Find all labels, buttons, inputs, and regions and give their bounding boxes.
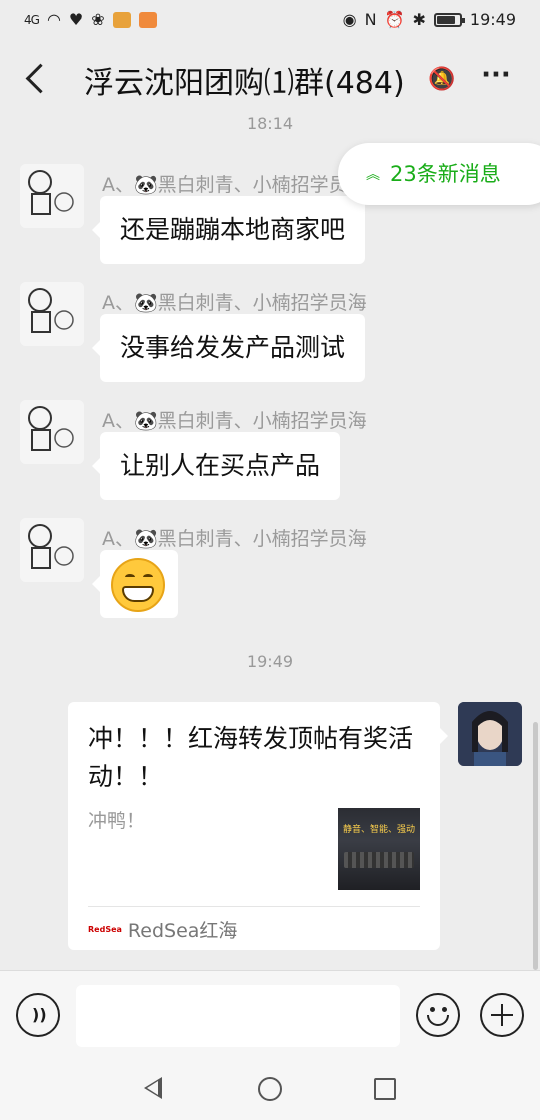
new-messages-label: 23条新消息	[390, 162, 501, 186]
sender-name: A、🐼黑白刺青、小楠招学员海	[102, 410, 367, 432]
nav-recent-icon[interactable]	[374, 1078, 396, 1100]
nav-back-icon[interactable]	[144, 1077, 162, 1099]
timestamp: 18:14	[246, 114, 294, 133]
emoji-eye	[125, 574, 135, 580]
mute-bell-icon: 🔕	[428, 67, 456, 92]
signal-icon: 4G	[24, 12, 40, 27]
redsea-logo-icon: RedSea	[88, 925, 122, 934]
huawei-icon: ❀	[91, 10, 105, 29]
grin-emoji	[111, 558, 165, 612]
card-description: 冲鸭！	[88, 810, 146, 832]
message-bubble[interactable]: 让别人在买点产品	[91, 432, 341, 500]
system-nav-bar	[0, 1060, 540, 1120]
double-chevron-up-icon: ︽	[366, 167, 380, 183]
message-bubble[interactable]	[92, 550, 178, 618]
new-messages-button[interactable]: ︽ 23条新消息	[338, 143, 540, 205]
heart-app-icon: ♥	[68, 10, 84, 29]
chat-title: 浮云沈阳团购⑴群(484)	[84, 66, 405, 101]
input-bar: ))	[0, 970, 540, 1060]
back-icon[interactable]	[18, 58, 58, 98]
shared-link-card[interactable]: 冲！！！红海转发顶帖有奖活动！！ 冲鸭！ 静音、智能、强动 RedSea Red…	[68, 702, 448, 950]
app-icon-2	[138, 11, 157, 28]
emoji-eye	[143, 574, 153, 580]
status-time: 19:49	[469, 10, 516, 29]
message-input[interactable]	[76, 985, 400, 1047]
status-bar: 4G ◠ ♥ ❀ ◉ N ⏰ ✱ 19:49	[0, 0, 540, 40]
avatar[interactable]	[20, 282, 84, 346]
card-title: 冲！！！红海转发顶帖有奖活动！！	[88, 724, 414, 791]
voice-icon[interactable]: ))	[16, 993, 60, 1037]
wifi-icon: ◠	[46, 10, 61, 29]
thumbnail-text: 静音、智能、强动	[342, 825, 415, 835]
more-icon[interactable]: ···	[474, 58, 518, 98]
bluetooth-icon: ✱	[412, 10, 426, 29]
avatar[interactable]	[20, 518, 84, 582]
avatar[interactable]	[20, 400, 84, 464]
divider	[88, 906, 420, 907]
message-bubble[interactable]: 还是蹦蹦本地商家吧	[91, 196, 366, 264]
card-source-label: RedSea红海	[127, 920, 238, 942]
card-source: RedSea RedSea红海	[88, 916, 237, 943]
card-thumbnail: 静音、智能、强动	[338, 808, 420, 890]
message-bubble[interactable]: 没事给发发产品测试	[91, 314, 366, 382]
status-left: 4G ◠ ♥ ❀	[24, 10, 157, 29]
chat-header: 浮云沈阳团购⑴群(484) 🔕 ···	[0, 40, 540, 120]
sender-name: A、🐼黑白刺青、小楠招学员海	[102, 174, 367, 196]
scrollbar[interactable]	[533, 722, 538, 970]
sender-name: A、🐼黑白刺青、小楠招学员海	[102, 528, 367, 550]
status-right: ◉ N ⏰ ✱ 19:49	[343, 10, 516, 29]
thumbnail-product	[344, 852, 414, 868]
emoji-icon[interactable]	[416, 993, 460, 1037]
nav-home-icon[interactable]	[258, 1077, 282, 1101]
emoji-mouth	[122, 586, 154, 602]
app-icon-1	[112, 11, 131, 28]
alarm-icon: ⏰	[384, 10, 405, 29]
nfc-icon: N	[364, 10, 377, 29]
timestamp: 19:49	[246, 652, 294, 671]
battery-icon	[433, 12, 465, 27]
plus-icon[interactable]	[480, 993, 524, 1037]
avatar[interactable]	[20, 164, 84, 228]
my-avatar[interactable]	[458, 702, 522, 766]
eye-icon: ◉	[342, 10, 357, 29]
sender-name: A、🐼黑白刺青、小楠招学员海	[102, 292, 367, 314]
